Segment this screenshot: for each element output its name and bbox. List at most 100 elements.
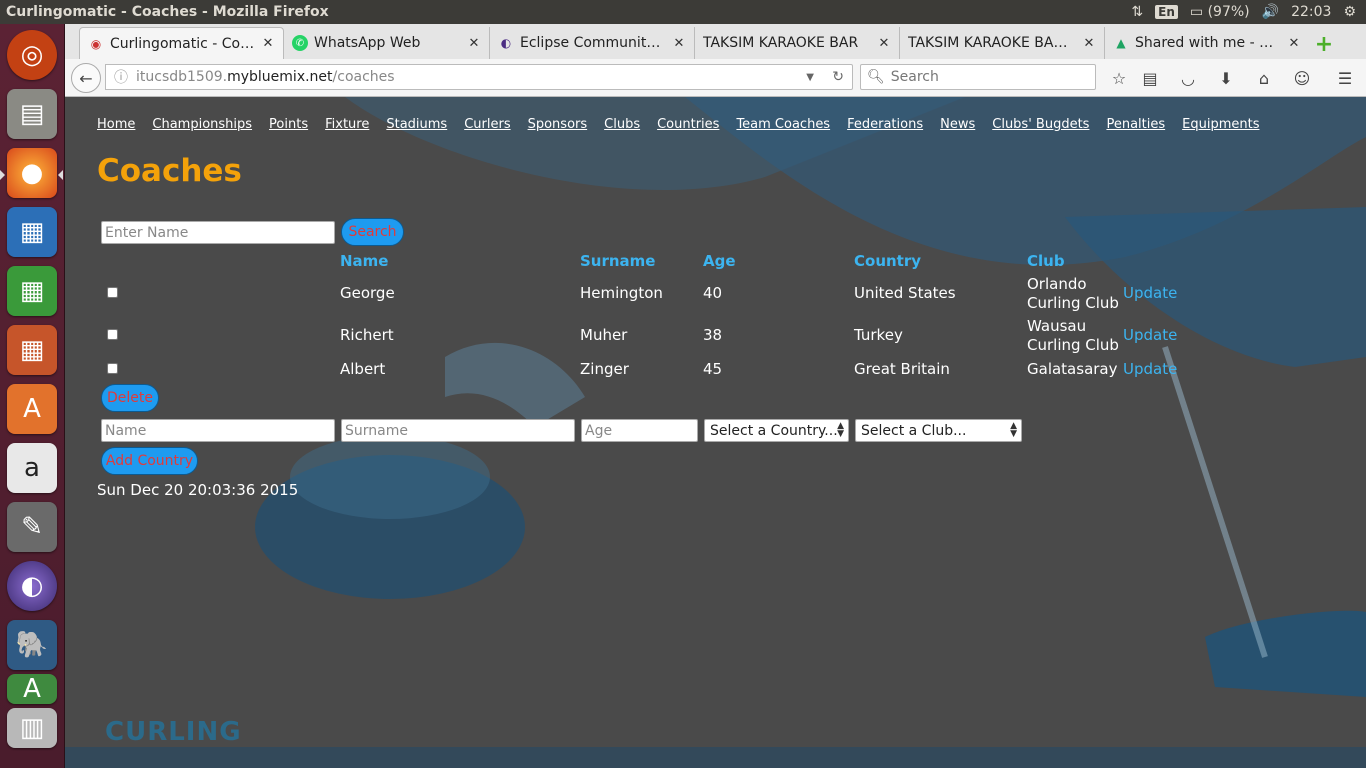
url-prefix: itucsdb1509.	[136, 69, 228, 85]
close-icon[interactable]: ✕	[467, 36, 481, 51]
cell-age: 45	[703, 360, 723, 378]
url-path: /coaches	[332, 69, 395, 85]
reading-list-icon[interactable]: ▤	[1137, 65, 1163, 91]
nav-link-curlers[interactable]: Curlers	[464, 117, 510, 132]
nav-link-home[interactable]: Home	[97, 117, 135, 132]
menu-icon[interactable]: ☰	[1332, 65, 1358, 91]
tab-taksim-1[interactable]: TAKSIM KARAOKE BAR ✕	[694, 27, 899, 59]
nav-link-sponsors[interactable]: Sponsors	[528, 117, 588, 132]
page-content: Home Championships Points Fixture Stadiu…	[65, 97, 1366, 768]
nav-link-fixture[interactable]: Fixture	[325, 117, 369, 132]
software-center-icon[interactable]: A	[7, 384, 57, 434]
bookmark-star-icon[interactable]: ☆	[1106, 65, 1132, 91]
close-icon[interactable]: ✕	[672, 36, 686, 51]
update-link[interactable]: Update	[1123, 326, 1177, 344]
update-link[interactable]: Update	[1123, 360, 1177, 378]
nav-link-penalties[interactable]: Penalties	[1106, 117, 1165, 132]
libreoffice-writer-icon[interactable]: ▦	[7, 207, 57, 257]
close-icon[interactable]: ✕	[877, 36, 891, 51]
cell-country: United States	[854, 284, 956, 302]
cell-name: Albert	[340, 360, 386, 378]
nav-link-team-coaches[interactable]: Team Coaches	[736, 117, 830, 132]
close-icon[interactable]: ✕	[261, 36, 275, 51]
hello-chat-icon[interactable]: ☺	[1289, 65, 1315, 91]
url-host: mybluemix.net	[227, 69, 333, 85]
url-bar[interactable]: ⓘ itucsdb1509. mybluemix.net/coaches ▼ ↻	[105, 64, 853, 90]
column-header-country: Country	[854, 252, 922, 270]
nav-link-championships[interactable]: Championships	[152, 117, 252, 132]
tab-whatsapp[interactable]: ✆ WhatsApp Web ✕	[284, 27, 489, 59]
libreoffice-calc-icon[interactable]: ▦	[7, 266, 57, 316]
tab-curlingomatic[interactable]: ◉ Curlingomatic - Coa… ✕	[79, 27, 284, 59]
cell-club: Orlando Curling Club	[1027, 275, 1119, 312]
site-info-icon[interactable]: ⓘ	[114, 67, 128, 87]
search-button[interactable]: Search	[341, 218, 404, 246]
nav-link-clubs[interactable]: Clubs	[604, 117, 640, 132]
window-title: Curlingomatic - Coaches - Mozilla Firefo…	[6, 4, 329, 20]
cell-surname: Hemington	[580, 284, 663, 302]
home-icon[interactable]: ⌂	[1251, 65, 1277, 91]
search-icon: 🔍︎	[867, 69, 885, 85]
files-icon[interactable]: ▤	[7, 89, 57, 139]
delete-button[interactable]: Delete	[101, 384, 159, 412]
arrow-left-icon: ←	[79, 68, 93, 88]
country-select[interactable]: Select a Country... ▲ ▼	[704, 419, 849, 442]
row-select-checkbox[interactable]	[107, 363, 118, 374]
cell-name: Richert	[340, 326, 394, 344]
amazon-icon[interactable]: a	[7, 443, 57, 493]
age-input[interactable]: Age	[581, 419, 698, 442]
battery-percentage: (97%)	[1207, 4, 1250, 20]
club-select[interactable]: Select a Club... ▲ ▼	[855, 419, 1022, 442]
volume-icon[interactable]: 🔊	[1262, 4, 1279, 20]
nav-link-clubs-budgets[interactable]: Clubs' Bugdets	[992, 117, 1089, 132]
battery-indicator[interactable]: ▭ (97%)	[1190, 4, 1250, 20]
search-placeholder: Search	[890, 69, 939, 85]
tab-eclipse[interactable]: ◐ Eclipse Community … ✕	[489, 27, 694, 59]
row-select-checkbox[interactable]	[107, 287, 118, 298]
search-bar[interactable]: 🔍︎ Search	[860, 64, 1096, 90]
chevron-down-icon[interactable]: ▼	[806, 72, 814, 83]
site-nav: Home Championships Points Fixture Stadiu…	[97, 117, 1276, 132]
back-button[interactable]: ←	[71, 63, 101, 93]
libreoffice-impress-icon[interactable]: ▦	[7, 325, 57, 375]
search-name-input[interactable]: Enter Name	[101, 221, 335, 244]
network-icon[interactable]: ⇅	[1131, 4, 1143, 20]
close-icon[interactable]: ✕	[1287, 36, 1301, 51]
keyboard-layout-indicator[interactable]: En	[1155, 5, 1178, 19]
column-header-name: Name	[340, 252, 389, 270]
system-settings-icon[interactable]: ✎	[7, 502, 57, 552]
nav-link-countries[interactable]: Countries	[657, 117, 719, 132]
nav-link-points[interactable]: Points	[269, 117, 308, 132]
close-icon[interactable]: ✕	[1082, 36, 1096, 51]
tab-taksim-2[interactable]: TAKSIM KARAOKE BAR… ✕	[899, 27, 1104, 59]
nav-link-federations[interactable]: Federations	[847, 117, 923, 132]
workspace-switcher-icon[interactable]: ▥	[7, 708, 57, 748]
curling-logo: CURLING	[105, 717, 242, 747]
firefox-icon[interactable]: ●	[7, 148, 57, 198]
name-input[interactable]: Name	[101, 419, 335, 442]
new-tab-button[interactable]: +	[1309, 29, 1339, 59]
settings-gear-icon[interactable]: ⚙	[1343, 4, 1356, 20]
surname-input[interactable]: Surname	[341, 419, 575, 442]
update-manager-icon[interactable]: A	[7, 674, 57, 704]
tab-google-drive[interactable]: ▲ Shared with me - Go… ✕	[1104, 27, 1309, 59]
pocket-icon[interactable]: ◡	[1175, 65, 1201, 91]
downloads-icon[interactable]: ⬇	[1213, 65, 1239, 91]
google-drive-icon: ▲	[1116, 36, 1126, 50]
pgadmin-elephant-icon[interactable]: 🐘	[7, 620, 57, 670]
cell-country: Great Britain	[854, 360, 950, 378]
nav-link-equipments[interactable]: Equipments	[1182, 117, 1259, 132]
unity-launcher: ◎ ▤ ● ▦ ▦ ▦ A a ✎ ◐ 🐘 A ▥	[0, 24, 65, 768]
clock[interactable]: 22:03	[1291, 4, 1331, 20]
add-country-button[interactable]: Add Country	[101, 447, 198, 475]
nav-link-stadiums[interactable]: Stadiums	[386, 117, 447, 132]
curling-favicon-icon: ◉	[90, 36, 102, 51]
cell-surname: Zinger	[580, 360, 629, 378]
reload-icon[interactable]: ↻	[832, 69, 844, 85]
ubuntu-dash-icon[interactable]: ◎	[7, 30, 57, 80]
eclipse-icon[interactable]: ◐	[7, 561, 57, 611]
row-select-checkbox[interactable]	[107, 329, 118, 340]
whatsapp-icon: ✆	[292, 35, 308, 51]
update-link[interactable]: Update	[1123, 284, 1177, 302]
nav-link-news[interactable]: News	[940, 117, 975, 132]
